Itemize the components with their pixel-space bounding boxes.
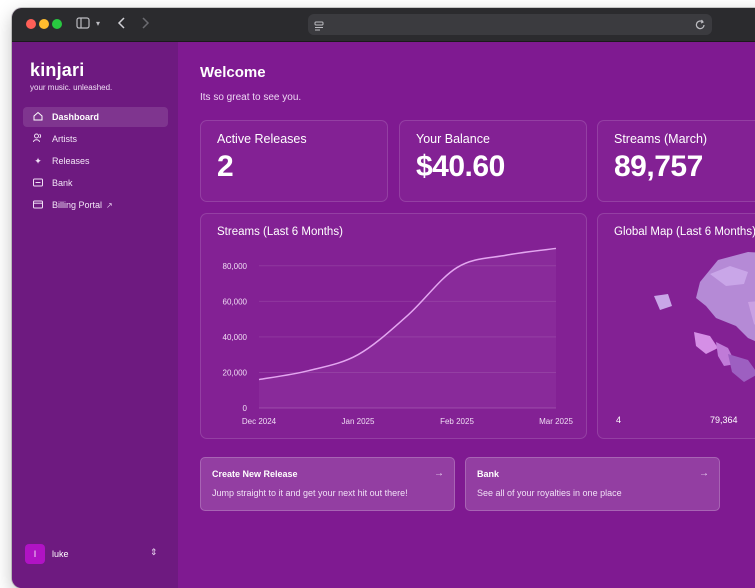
y-tick-label: 20,000 [223,368,248,377]
page-title: Welcome [200,64,266,81]
users-icon [31,133,45,145]
stat-value: 2 [217,150,234,183]
bank-icon [31,178,45,189]
y-tick-label: 0 [243,404,248,413]
x-tick-label: Feb 2025 [440,417,474,426]
main-content: Welcome Its so great to see you. Active … [178,42,755,588]
streams-chart: 0 20,000 40,000 60,000 80,000 Dec 2024 Jan 202… [223,247,573,426]
sidebar-item-label: Artists [52,134,78,144]
map-legend-min: 4 [616,415,621,425]
address-bar[interactable] [308,14,712,35]
x-tick-label: Dec 2024 [242,417,277,426]
sparkle-icon: ✦ [34,155,42,166]
stat-card-balance: Your Balance $40.60 [399,120,587,202]
map-legend-max: 79,364 [710,415,738,425]
forward-icon[interactable] [140,17,150,32]
sidebar-item-bank[interactable]: Bank [23,173,168,193]
stat-label: Your Balance [416,132,490,146]
sidebar-toggle-icon[interactable] [76,17,90,32]
back-icon[interactable] [117,17,127,32]
x-tick-label: Mar 2025 [539,417,573,426]
browser-window: ▾ kinjari your music. unleashed. Dashboa… [12,8,755,588]
home-icon [31,111,45,123]
brand-logo[interactable]: kinjari [30,60,84,81]
world-map[interactable]: 4 79,364 [598,214,755,438]
streams-area [259,248,556,408]
user-menu[interactable]: l luke [25,544,69,564]
username: luke [52,549,69,559]
avatar: l [25,544,45,564]
external-link-icon: ↗ [106,200,113,210]
action-description: See all of your royalties in one place [477,488,622,498]
stat-value: 89,757 [614,150,703,183]
sidebar: kinjari your music. unleashed. Dashboard… [12,42,178,588]
action-title: Bank [477,469,500,479]
stat-value: $40.60 [416,150,505,183]
chevron-up-down-icon[interactable]: ⇕ [150,547,158,558]
reload-icon[interactable] [695,18,706,36]
zoom-window-button[interactable] [52,19,62,29]
page-subtitle: Its so great to see you. [200,92,302,103]
global-map-card: Global Map (Last 6 Months) 4 79,364 [597,213,755,439]
create-new-release-card[interactable]: Create New Release Jump straight to it a… [200,457,455,511]
y-tick-label: 80,000 [223,262,248,271]
stat-card-streams-march: Streams (March) 89,757 [597,120,755,202]
close-window-button[interactable] [26,19,36,29]
sidebar-item-label: Billing Portal [52,200,103,210]
sidebar-item-label: Bank [52,178,73,188]
sidebar-item-billing-portal[interactable]: Billing Portal ↗ [23,195,168,215]
browser-titlebar: ▾ [12,8,755,42]
sidebar-item-label: Dashboard [52,112,100,122]
y-tick-label: 40,000 [223,333,248,342]
x-tick-label: Jan 2025 [342,417,375,426]
streams-chart-card: Streams (Last 6 Months) 0 20,000 40,000 60,… [200,213,587,439]
arrow-right-icon: → [699,468,709,479]
sidebar-item-artists[interactable]: Artists [23,129,168,149]
stat-label: Active Releases [217,132,307,146]
y-tick-label: 60,000 [223,297,248,306]
sidebar-item-dashboard[interactable]: Dashboard [23,107,168,127]
chevron-down-icon[interactable]: ▾ [96,17,100,31]
action-title: Create New Release [212,469,298,479]
stat-card-active-releases: Active Releases 2 [200,120,388,202]
stat-label: Streams (March) [614,132,708,146]
page-settings-icon[interactable] [314,19,324,37]
minimize-window-button[interactable] [39,19,49,29]
credit-card-icon [31,200,45,211]
bank-card[interactable]: Bank See all of your royalties in one pl… [465,457,720,511]
brand-tagline: your music. unleashed. [30,83,113,92]
arrow-right-icon: → [434,468,444,479]
action-description: Jump straight to it and get your next hi… [212,488,408,498]
sidebar-item-releases[interactable]: ✦ Releases [23,151,168,171]
sidebar-item-label: Releases [52,156,90,166]
